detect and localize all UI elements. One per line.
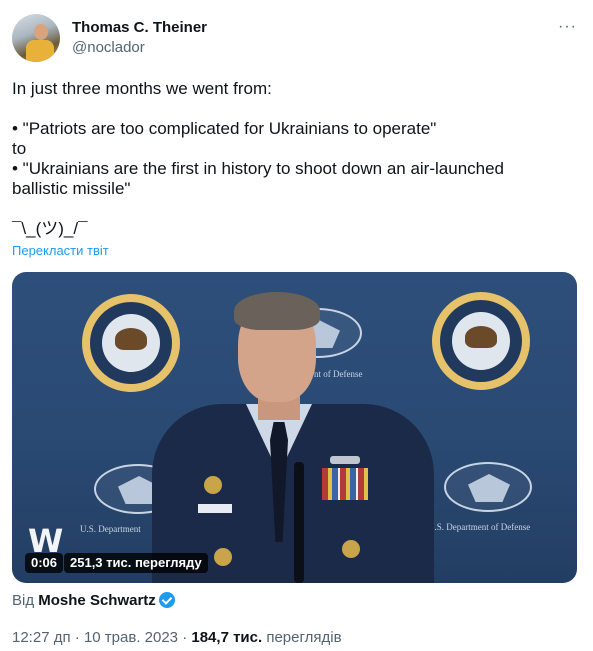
meta-separator: ·	[182, 629, 188, 646]
attribution-prefix: Від	[12, 592, 35, 609]
more-horizontal-icon[interactable]: ···	[558, 18, 577, 36]
attribution-author-link[interactable]: Moshe Schwartz	[38, 592, 156, 609]
speaker-hair	[234, 292, 320, 330]
tweet-line-shrug: ¯\_(ツ)_/¯	[12, 219, 88, 238]
view-count: 184,7 тис.	[191, 629, 263, 646]
author-name[interactable]: Thomas C. Theiner	[72, 19, 207, 36]
tweet-header: Thomas C. Theiner @noclador ···	[12, 14, 581, 64]
tweet-line: • "Patriots are too complicated for Ukra…	[12, 119, 437, 138]
backdrop-label-right: U.S. Department of Defense	[428, 522, 531, 532]
avatar-face	[34, 24, 48, 40]
translate-tweet-link[interactable]: Перекласти твіт	[12, 243, 109, 258]
video-attribution: Від Moshe Schwartz	[12, 592, 175, 609]
dod-seal-right	[432, 292, 530, 390]
meta-separator: ·	[74, 629, 80, 646]
video-views-badge: 251,3 тис. перегляду	[64, 553, 208, 573]
avatar-shirt	[26, 40, 54, 62]
tweet-line: to	[12, 139, 27, 158]
uniform-wings	[330, 456, 360, 464]
backdrop-label-left: U.S. Department	[80, 524, 141, 534]
name-tag	[198, 504, 232, 513]
tweet-line: • "Ukrainians are the first in history t…	[12, 159, 505, 178]
author-handle[interactable]: @noclador	[72, 39, 145, 56]
tweet-time[interactable]: 12:27 дп	[12, 629, 71, 646]
tweet-line: ballistic missile"	[12, 179, 131, 198]
medal-ribbons	[322, 468, 368, 500]
tweet-date[interactable]: 10 трав. 2023	[84, 629, 178, 646]
video-player[interactable]: nt of Defense U.S. Department U.S. Depar…	[12, 272, 577, 583]
video-time-badge: 0:06	[25, 553, 64, 573]
author-avatar[interactable]	[12, 14, 60, 62]
uniform-badge	[204, 476, 222, 494]
microphone	[294, 462, 304, 583]
dod-seal-left	[82, 294, 180, 392]
tweet-text: In just three months we went from: • "Pa…	[12, 79, 572, 239]
uniform-button	[342, 540, 360, 558]
tweet-meta: 12:27 дп · 10 трав. 2023 · 184,7 тис. пе…	[12, 629, 342, 646]
uniform-button	[214, 548, 232, 566]
view-label: переглядів	[266, 629, 342, 646]
tweet-line: In just three months we went from:	[12, 79, 272, 98]
verified-badge-icon	[158, 592, 175, 608]
backdrop-label-center: nt of Defense	[314, 369, 363, 379]
eagle-emblem	[115, 328, 147, 350]
eagle-emblem	[465, 326, 497, 348]
pentagon-logo-right	[444, 462, 532, 512]
